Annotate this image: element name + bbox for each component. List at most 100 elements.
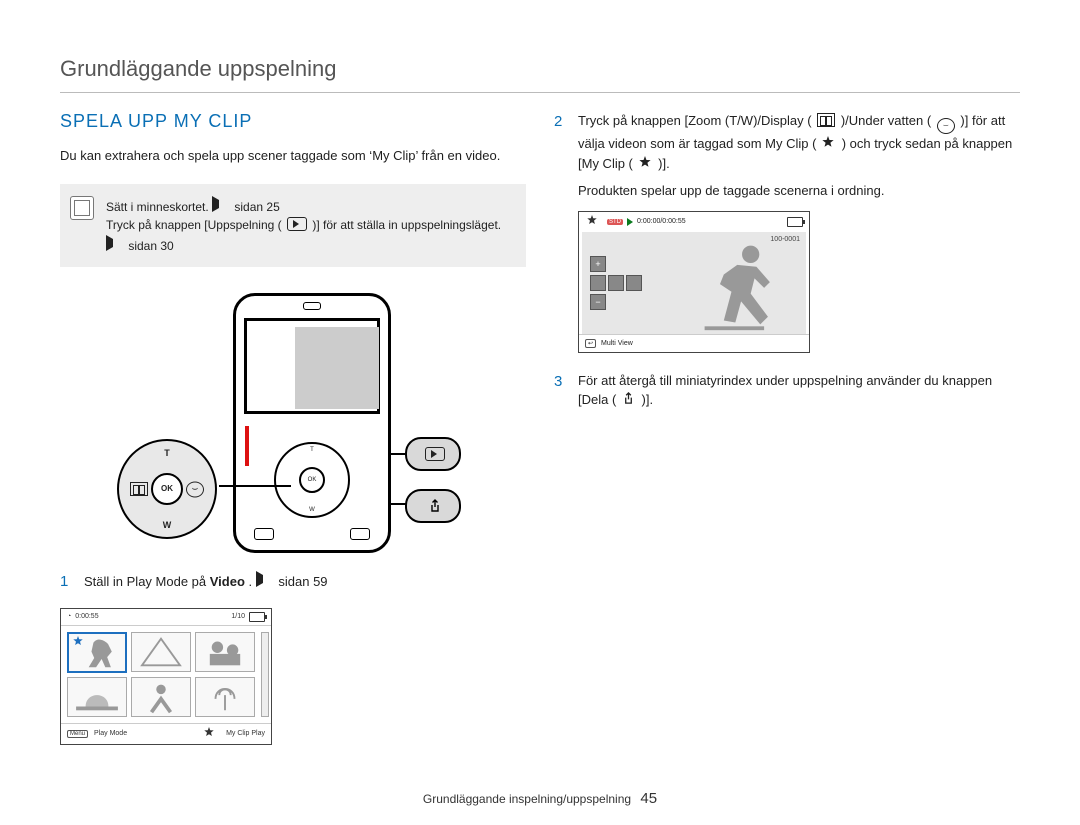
playback-screenshot: STD 0:00:00/0:00:55 100-0001 + [578,211,810,353]
quality-badge: STD [607,219,623,225]
onscreen-controls: + − [590,253,642,313]
volume-down-icon: − [590,294,606,310]
step-2: 2 Tryck på knappen [Zoom (T/W)/Display (… [554,111,1020,173]
forward-icon [626,275,642,291]
underwater-icon: ⌣ [937,118,955,134]
section-title: SPELA UPP MY CLIP [60,111,526,132]
battery-icon [249,612,265,622]
page-ref-arrow-icon [106,235,123,251]
pshot-scene: 100-0001 + − [582,232,806,334]
pshot-bottom: ↩ Multi View [579,334,809,352]
myclip-star-icon [639,156,653,170]
thumb-5 [131,677,191,717]
device-diagram: OK T W ⌣ OK T W [123,293,463,553]
device-screen [244,318,380,414]
pshot-top: STD 0:00:00/0:00:55 [579,212,809,232]
step-body: För att återgå till miniatyrindex under … [578,371,1020,410]
step-number: 2 [554,111,566,173]
step-3: 3 För att återgå till miniatyrindex unde… [554,371,1020,410]
zoom-t-label: T [164,448,170,458]
t-label: T [310,447,314,453]
multiview-label: Multi View [601,340,633,347]
myclip-star-icon [204,727,218,741]
two-column-layout: SPELA UPP MY CLIP Du kan extrahera och s… [60,111,1020,745]
step-number: 1 [60,571,72,594]
share-icon [428,499,442,513]
playmode-label: Play Mode [94,730,127,737]
page-ref-arrow-icon [212,196,229,212]
play-indicator-icon [627,218,633,226]
myclip-star-icon [73,636,87,650]
zoom-dpad-enlarged: OK T W ⌣ [117,439,217,539]
thumb-6 [195,677,255,717]
thumb-1 [67,632,127,673]
intro-text: Du kan extrahera och spela upp scener ta… [60,146,526,166]
battery-icon [787,217,803,227]
note-line2-ref: sidan 30 [128,239,173,253]
step1-bold: Video [210,574,245,589]
zoom-w-label: W [163,520,172,530]
step-1: 1 Ställ in Play Mode på Video . sidan 59 [60,571,526,594]
page-footer: Grundläggande inspelning/uppspelning 45 [0,790,1080,807]
left-column: SPELA UPP MY CLIP Du kan extrahera och s… [60,111,526,745]
step2-frag: )]. [658,156,670,171]
step1-post: . [249,574,256,589]
side-button-share [405,489,461,523]
step3-frag: )]. [642,392,654,407]
step2-sub: Produkten spelar upp de taggade scenerna… [578,181,1020,201]
step-body: Ställ in Play Mode på Video . sidan 59 [84,571,526,594]
vshot-time: 0:00:55 [75,613,98,620]
note-line2-post: )] för att ställa in uppspelningsläget. [312,218,501,232]
clock-icon: ◔ [67,613,71,620]
side-button-play [405,437,461,471]
step1-ref: sidan 59 [278,574,327,589]
thumb-4 [67,677,127,717]
step2-frag: Tryck på knappen [Zoom (T/W)/Display ( [578,113,812,128]
thumbnail-grid [61,626,261,723]
leader-line [219,485,291,487]
ok-button-label: OK [151,473,183,505]
thumb-2 [131,632,191,672]
vshot-footer: Menu Play Mode My Clip Play [61,723,271,744]
vshot-counter: 1/10 [231,613,245,620]
page-number: 45 [640,790,657,807]
myclip-play-label: My Clip Play [226,730,265,737]
note-line1-pre: Sätt i minneskortet. [106,200,212,214]
w-label: W [309,507,315,513]
scrollbar [261,632,269,717]
share-icon [622,392,636,406]
right-column: 2 Tryck på knappen [Zoom (T/W)/Display (… [554,111,1020,745]
thumb-3 [195,632,255,672]
pause-icon [608,275,624,291]
display-icon [817,113,835,127]
bottom-left-btn [254,528,274,540]
myclip-star-icon [822,136,836,150]
red-marker [245,426,249,466]
top-lens [303,302,321,310]
step2-frag: )/Under vatten ( [841,113,931,128]
step1-pre: Ställ in Play Mode på [84,574,210,589]
pshot-time: 0:00:00/0:00:55 [637,218,686,225]
playback-button-icon [287,217,307,231]
ok-label: OK [299,467,325,493]
menu-tag: Menu [67,730,88,738]
note-line1-ref: sidan 25 [234,200,279,214]
device-body: OK T W [233,293,391,553]
step-number: 3 [554,371,566,410]
rewind-icon [590,275,606,291]
page-ref-arrow-icon [256,571,273,587]
underwater-icon: ⌣ [184,481,206,498]
device-dpad: OK T W [274,442,350,518]
note-box: Sätt i minneskortet. sidan 25 Tryck på k… [60,184,526,268]
video-index-screenshot: ◔ 0:00:55 1/10 [60,608,272,745]
bottom-right-btn [350,528,370,540]
manual-page: Grundläggande uppspelning SPELA UPP MY C… [0,0,1080,825]
myclip-star-icon [587,215,601,229]
playback-button-icon [425,447,445,461]
memory-card-icon [70,196,94,220]
step3-frag: För att återgå till miniatyrindex under … [578,373,992,408]
display-icon [128,482,150,496]
step-body: Tryck på knappen [Zoom (T/W)/Display ( )… [578,111,1020,173]
return-tag: ↩ [585,339,596,348]
volume-up-icon: + [590,256,606,272]
